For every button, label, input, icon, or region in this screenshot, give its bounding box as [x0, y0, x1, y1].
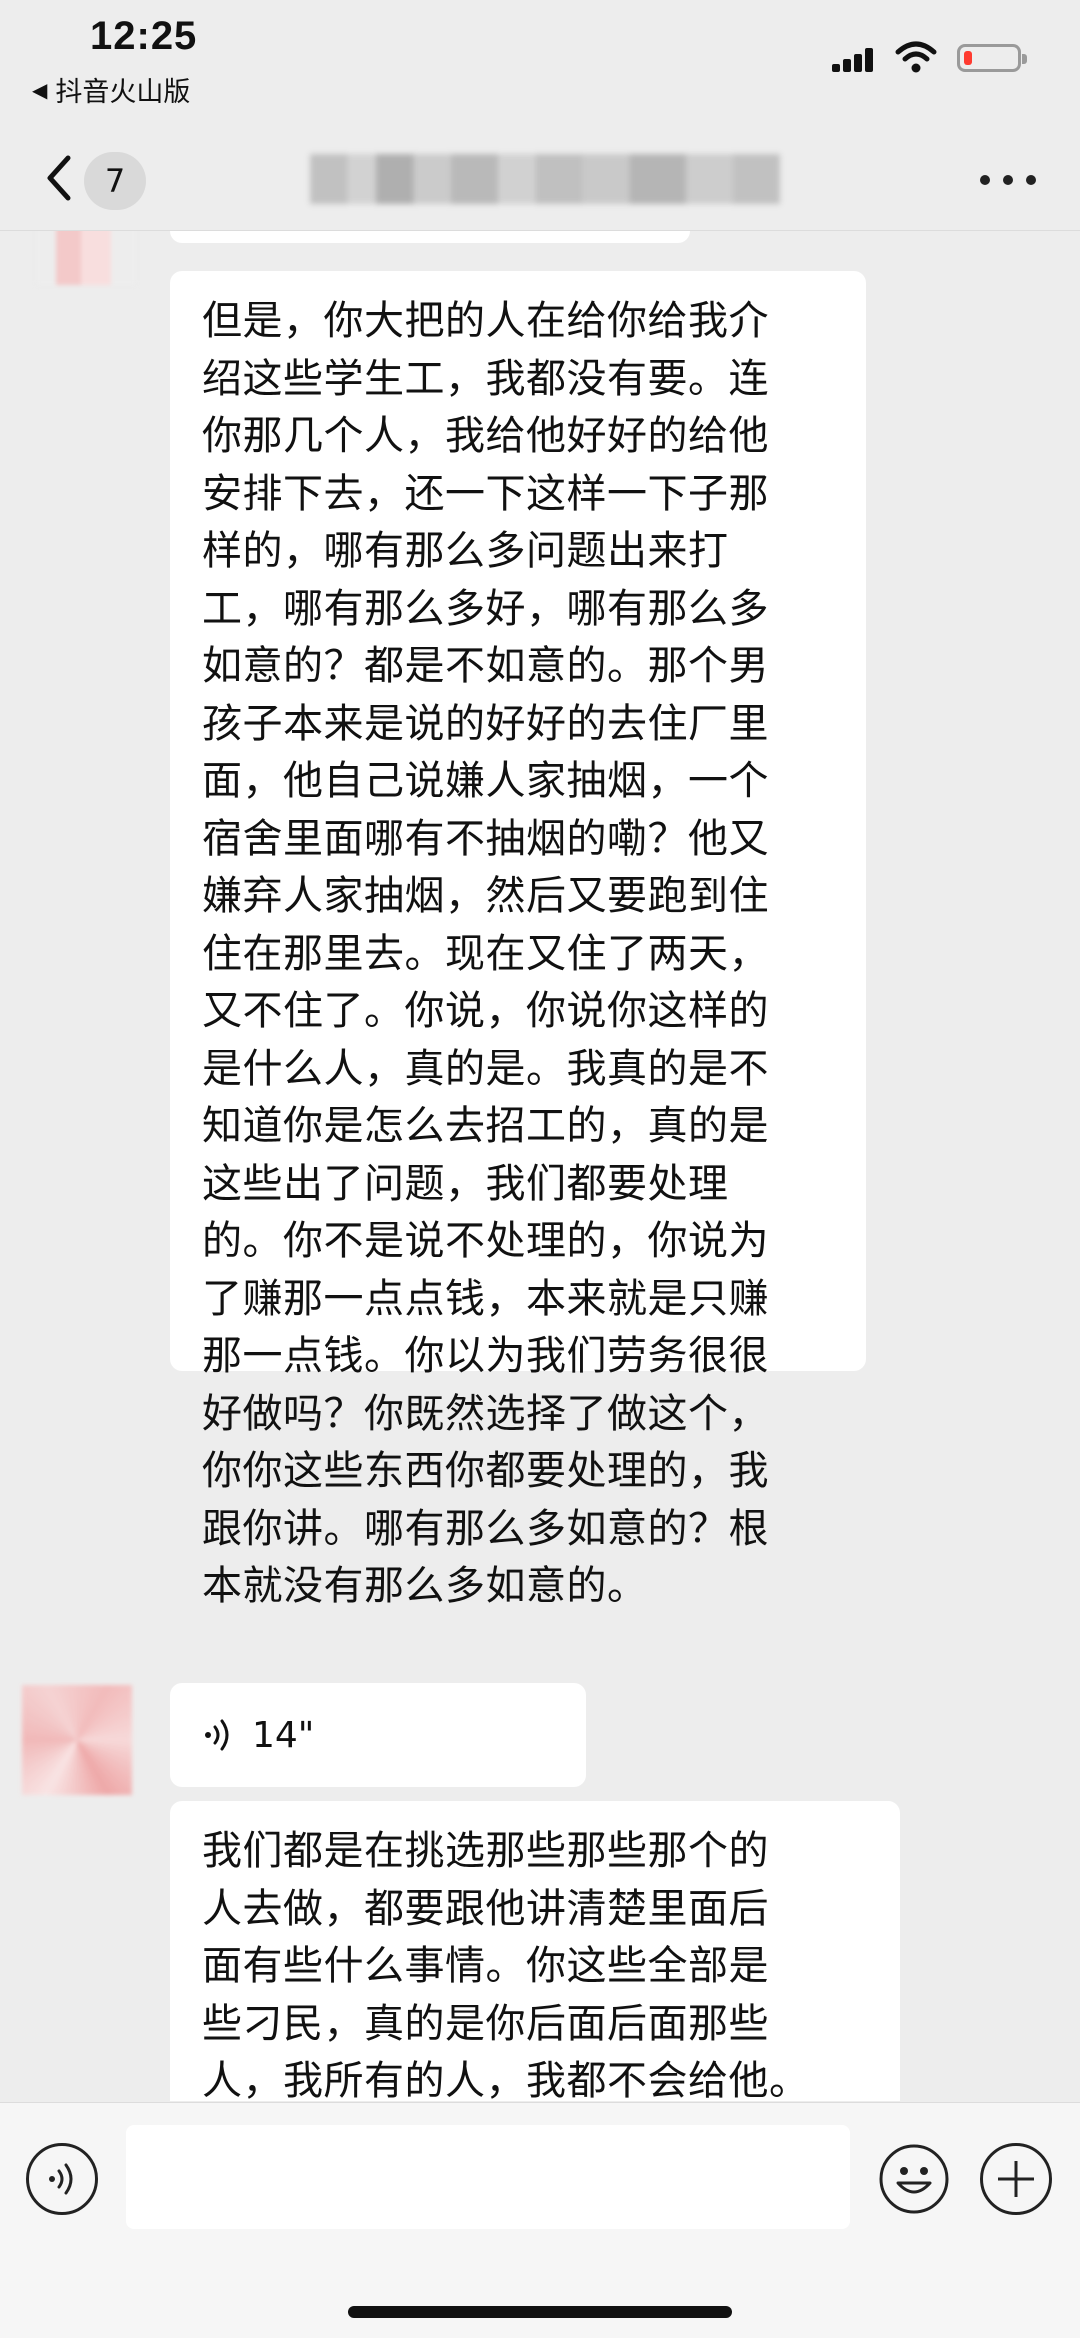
voice-wave-icon [49, 2163, 73, 2195]
back-to-app-link[interactable]: ◀ 抖音火山版 [32, 70, 190, 109]
chat-title-blurred [310, 154, 780, 204]
message-bubble[interactable]: 我们都是在挑选那些那些那个的 人去做，都要跟他讲清楚里面后 面有些什么事情。你这… [170, 1801, 900, 2101]
voice-message-bubble[interactable]: 14" [170, 1683, 586, 1787]
message-list[interactable]: 但是，你大把的人在给你给我介 绍这些学生工，我都没有要。连 你那几个人，我给他好… [0, 231, 1080, 2101]
battery-icon [957, 44, 1027, 72]
plus-icon[interactable] [980, 2143, 1052, 2215]
home-indicator[interactable] [348, 2306, 732, 2318]
back-triangle-icon: ◀ [32, 77, 48, 102]
voice-wave-icon [205, 1719, 229, 1751]
status-time: 12:25 [90, 14, 198, 58]
status-bar: 12:25 ◀ 抖音火山版 [0, 0, 1080, 130]
message-bubble[interactable]: 但是，你大把的人在给你给我介 绍这些学生工，我都没有要。连 你那几个人，我给他好… [170, 271, 866, 1609]
unread-count-badge[interactable]: 7 [84, 152, 146, 210]
wifi-icon [895, 41, 937, 73]
back-app-label: 抖音火山版 [55, 77, 191, 108]
input-bar [0, 2102, 1080, 2338]
message-bubble-partial[interactable] [170, 231, 690, 243]
emoji-icon[interactable] [878, 2143, 950, 2215]
chat-header: 7 [0, 130, 1080, 231]
message-input[interactable] [126, 2125, 850, 2229]
avatar[interactable] [36, 231, 136, 285]
cellular-signal-icon [832, 48, 874, 72]
more-dots-icon[interactable] [980, 168, 1036, 192]
voice-duration: 14" [252, 1714, 315, 1756]
voice-input-icon[interactable] [26, 2143, 98, 2215]
avatar[interactable] [22, 1685, 132, 1795]
